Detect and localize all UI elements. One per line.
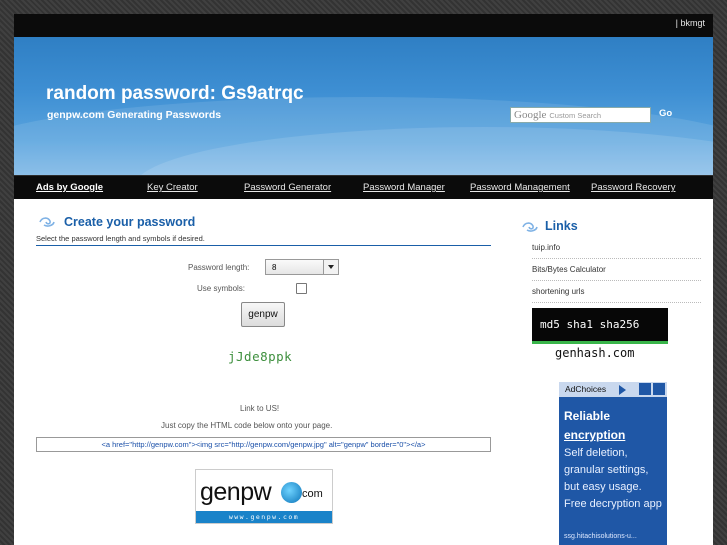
chevron-down-icon <box>323 260 338 274</box>
header: random password: Gs9atrqc genpw.com Gene… <box>14 37 713 175</box>
genhash-label[interactable]: genhash.com <box>555 346 634 360</box>
length-value: 8 <box>272 263 277 272</box>
genpw-logo[interactable]: genpw com www.genpw.com <box>195 469 333 524</box>
ad-source[interactable]: ssg.hitachisolutions-u... <box>564 533 637 540</box>
sidebar-link-shortening[interactable]: shortening urls <box>532 287 584 296</box>
logo-word: genpw <box>200 478 272 506</box>
sidebar-link-bits-bytes[interactable]: Bits/Bytes Calculator <box>532 265 606 274</box>
section-heading: Create your password <box>64 215 196 229</box>
ad-box[interactable]: AdChoices Reliable encryption Self delet… <box>559 382 667 545</box>
search-input[interactable]: Google Custom Search <box>510 107 651 123</box>
divider <box>532 302 701 303</box>
logo-url: www.genpw.com <box>196 511 332 523</box>
ad-next-icon[interactable] <box>653 383 665 395</box>
divider <box>532 258 701 259</box>
divider <box>532 280 701 281</box>
logo-suffix: com <box>302 488 323 500</box>
length-label: Password length: <box>188 263 250 272</box>
site-subtitle: genpw.com Generating Passwords <box>47 109 222 121</box>
link-code-box[interactable]: <a href="http://genpw.com"><img src="htt… <box>36 437 491 452</box>
link-instruction: Just copy the HTML code below onto your … <box>161 421 333 430</box>
nav-password-generator[interactable]: Password Generator <box>244 182 331 193</box>
link-heading: Link to US! <box>240 404 280 413</box>
page: | bkmgt random password: Gs9atrqc genpw.… <box>14 14 713 545</box>
top-bar: | bkmgt <box>14 14 713 37</box>
section-description: Select the password length and symbols i… <box>36 234 205 243</box>
genpw-button[interactable]: genpw <box>241 302 285 327</box>
page-title: random password: Gs9atrqc <box>46 83 304 104</box>
adchoices-icon <box>619 385 626 395</box>
adchoices-label[interactable]: AdChoices <box>565 384 606 394</box>
nav-key-creator[interactable]: Key Creator <box>147 182 198 193</box>
user-link[interactable]: | bkmgt <box>676 18 705 28</box>
search-placeholder: Custom Search <box>549 110 602 120</box>
section-divider <box>36 245 491 246</box>
nav-password-manager[interactable]: Password Manager <box>363 182 445 193</box>
symbols-label: Use symbols: <box>197 284 246 293</box>
swirl-icon <box>39 217 55 227</box>
go-button[interactable]: Go <box>659 108 672 119</box>
nav-bar: Ads by Google Key Creator Password Gener… <box>14 175 713 199</box>
links-heading: Links <box>545 219 578 233</box>
nav-password-management[interactable]: Password Management <box>470 182 570 193</box>
sidebar-link-tuip[interactable]: tuip.info <box>532 243 560 252</box>
ad-body: Self deletion, granular settings, but ea… <box>564 447 662 510</box>
nav-password-recovery[interactable]: Password Recovery <box>591 182 675 193</box>
generated-password: jJde8ppk <box>228 349 293 364</box>
google-logo: Google <box>514 109 547 121</box>
swirl-icon <box>522 222 538 232</box>
ad-prev-icon[interactable] <box>639 383 651 395</box>
nav-ads-by-google[interactable]: Ads by Google <box>36 182 103 193</box>
md5-banner[interactable]: md5 sha1 sha256 <box>532 308 668 344</box>
ad-title[interactable]: Reliable <box>564 409 610 423</box>
logo-dot-icon <box>281 482 302 503</box>
ad-title-link[interactable]: encryption <box>564 428 625 442</box>
symbols-checkbox[interactable] <box>296 283 307 294</box>
length-select[interactable]: 8 <box>265 259 339 275</box>
